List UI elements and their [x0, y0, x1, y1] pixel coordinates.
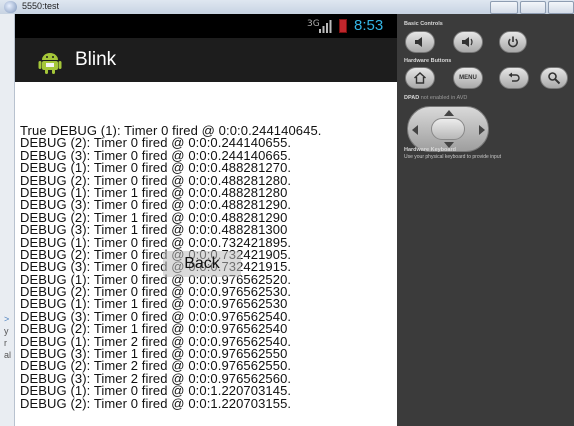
edge-glyph: r [4, 338, 7, 348]
power-icon [508, 36, 518, 48]
battery-icon [339, 19, 347, 33]
signal-icon [319, 20, 332, 33]
window-title: 5550:test [22, 1, 60, 11]
log-line: DEBUG (2): Timer 0 fired @ 0:0:1.2207031… [20, 395, 292, 411]
dpad-label: DPAD not enabled in AVD [404, 95, 467, 101]
volume-down-button[interactable] [405, 31, 435, 53]
window-app-icon [4, 1, 17, 13]
volume-down-icon [415, 37, 422, 47]
dpad-left-arrow-icon [412, 125, 418, 135]
search-hardware-button[interactable] [540, 67, 568, 89]
status-clock: 8:53 [354, 17, 384, 34]
search-icon [548, 72, 561, 85]
volume-up-button[interactable] [453, 31, 483, 53]
hardware-keyboard-note: Use your physical keyboard to provide in… [404, 154, 501, 160]
basic-controls-label: Basic Controls [404, 21, 443, 27]
window-titlebar: 5550:test [0, 0, 574, 15]
home-icon [414, 72, 426, 84]
back-hardware-button[interactable] [499, 67, 529, 89]
dpad-up-arrow-icon [444, 110, 454, 116]
dpad-center-button[interactable] [431, 118, 465, 140]
back-button[interactable]: Back [163, 251, 241, 277]
dpad-label-text: DPAD [404, 95, 420, 101]
dpad-note: not enabled in AVD [420, 95, 468, 101]
home-button[interactable] [405, 67, 435, 89]
maximize-button[interactable] [520, 1, 546, 14]
status-bar: 3G 8:53 [15, 14, 397, 38]
menu-button[interactable]: MENU [453, 67, 483, 89]
app-title: Blink [75, 49, 117, 70]
hardware-buttons-label: Hardware Buttons [404, 58, 452, 64]
close-button[interactable] [548, 1, 574, 14]
power-button[interactable] [499, 31, 527, 53]
device-screen: 3G 8:53 Blink True DEBUG (1): Timer 0 fi… [15, 14, 397, 426]
menu-button-label: MENU [459, 75, 477, 81]
edge-glyph: y [4, 326, 9, 336]
action-bar: Blink [15, 38, 397, 82]
dpad-right-arrow-icon [479, 125, 485, 135]
emulator-controls-panel: Basic Controls Hardware Buttons MENU DPA… [397, 14, 574, 426]
edge-glyph: al [4, 350, 12, 360]
edge-glyph: > [4, 314, 10, 324]
minimize-button[interactable] [490, 1, 518, 14]
volume-up-icon [462, 37, 473, 47]
dpad[interactable] [407, 106, 489, 152]
back-arrow-icon [508, 72, 520, 82]
hardware-keyboard-label: Hardware Keyboard [404, 147, 456, 153]
android-robot-icon [38, 53, 62, 74]
background-window-edge: > y r al [0, 14, 15, 426]
